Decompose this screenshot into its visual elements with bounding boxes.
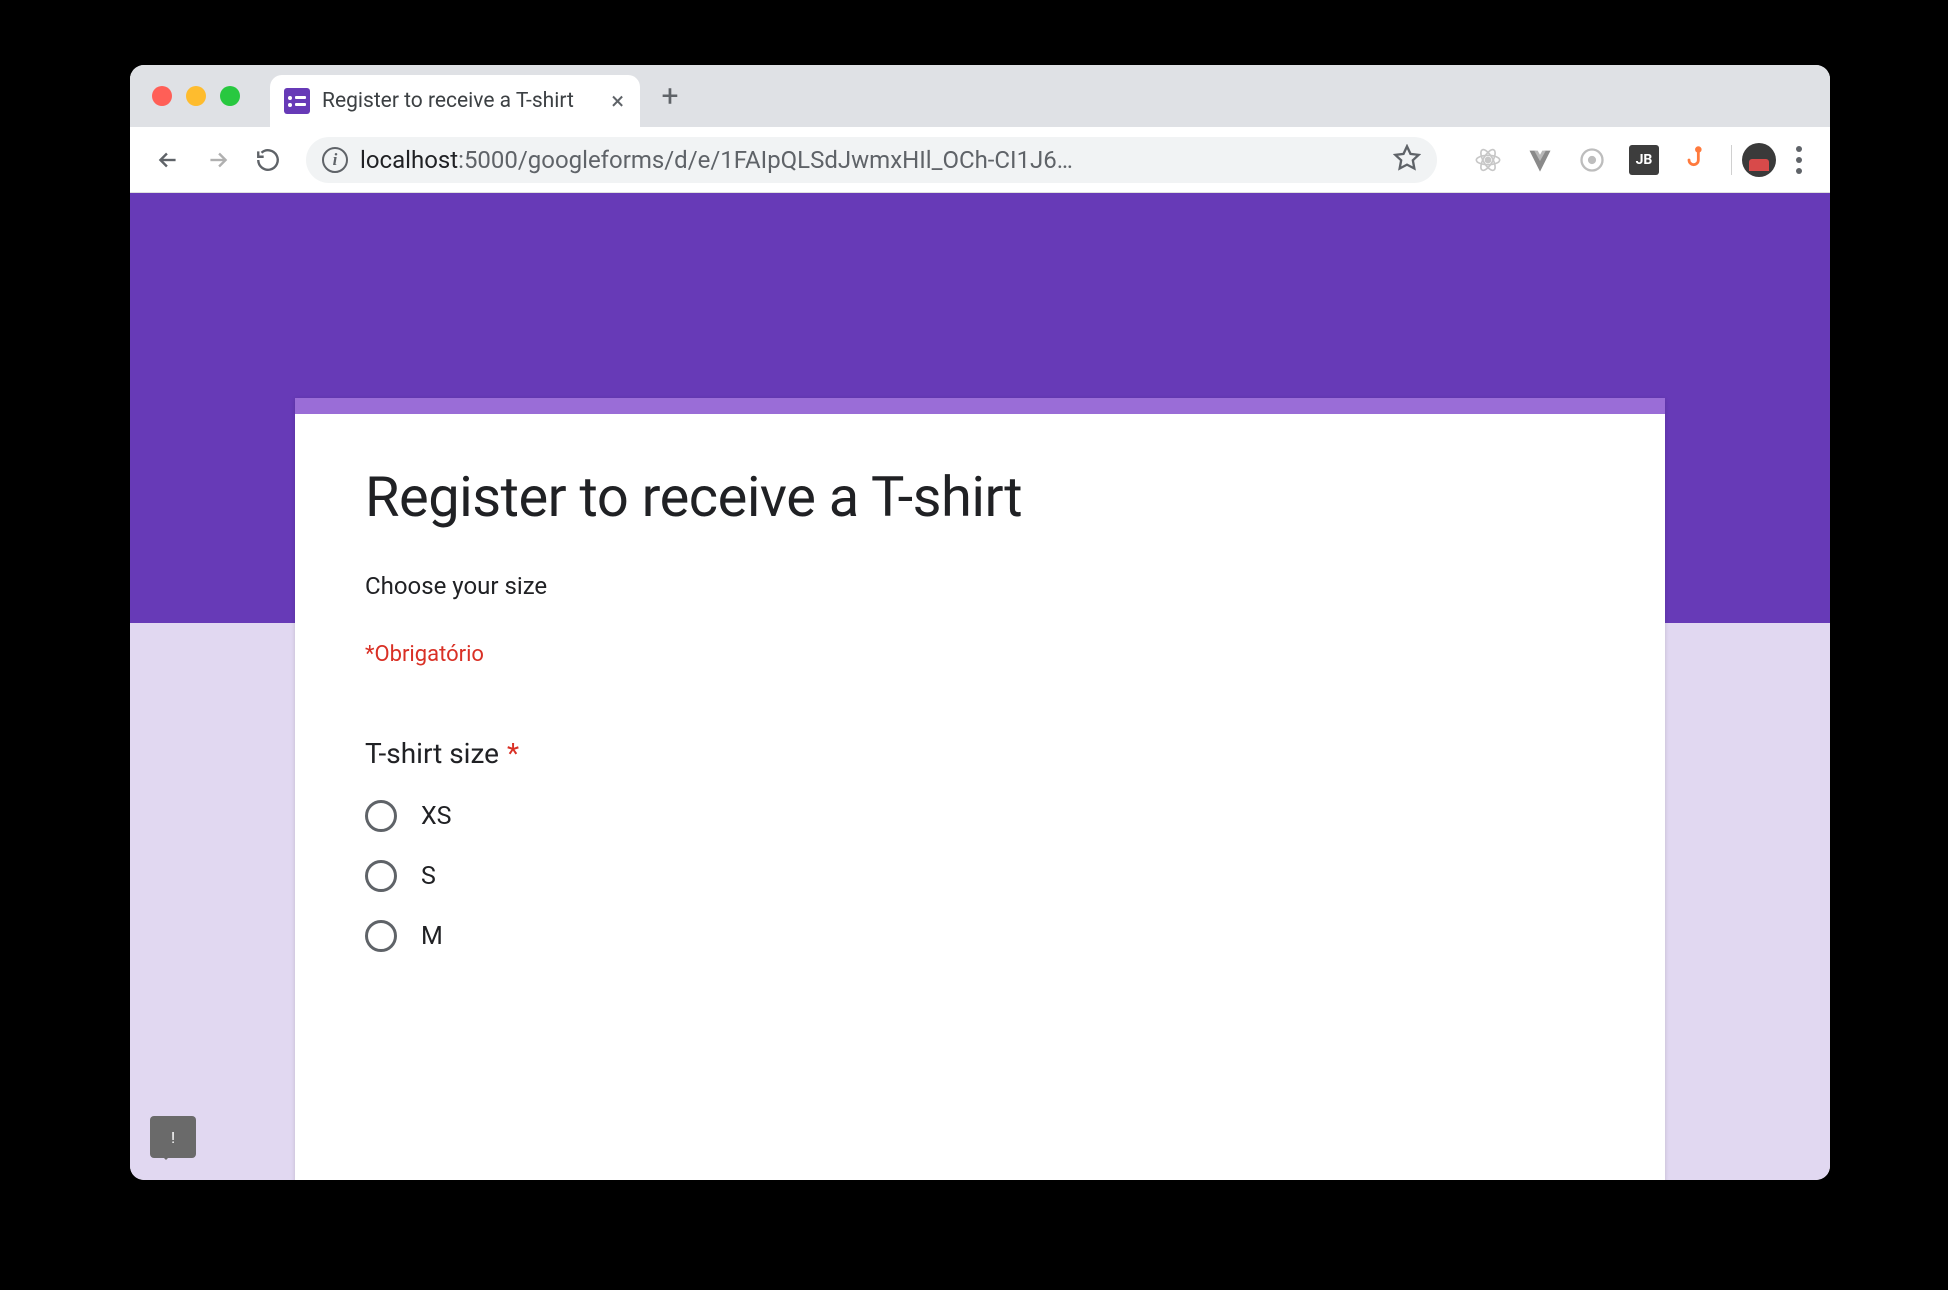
feedback-button[interactable]: !: [150, 1116, 196, 1158]
target-extension-icon[interactable]: [1577, 145, 1607, 175]
option-label: XS: [421, 802, 452, 831]
tab-close-button[interactable]: ×: [611, 89, 624, 113]
star-icon: [1393, 144, 1421, 172]
browser-menu-button[interactable]: [1786, 146, 1812, 174]
url-host: localhost: [360, 146, 458, 174]
react-devtools-icon[interactable]: [1473, 145, 1503, 175]
form-description: Choose your size: [365, 572, 1595, 600]
radio-option-s[interactable]: S: [365, 860, 1595, 892]
question-tshirt-size: T-shirt size * XS S: [365, 737, 1595, 952]
radio-option-m[interactable]: M: [365, 920, 1595, 952]
option-label: S: [421, 862, 436, 891]
required-asterisk: *: [507, 737, 519, 770]
profile-avatar[interactable]: [1742, 143, 1776, 177]
arrow-left-icon: [155, 147, 181, 173]
dots-icon: [1796, 146, 1802, 152]
url-text: localhost:5000/googleforms/d/e/1FAIpQLSd…: [360, 146, 1073, 174]
jb-label: JB: [1636, 152, 1653, 168]
radio-icon: [365, 920, 397, 952]
radio-option-xs[interactable]: XS: [365, 800, 1595, 832]
toolbar-separator: [1731, 145, 1732, 175]
url-path: :5000/googleforms/d/e/1FAIpQLSdJwmxHIl_O…: [458, 146, 1073, 174]
radio-icon: [365, 800, 397, 832]
form-title: Register to receive a T-shirt: [365, 464, 1595, 530]
site-info-icon[interactable]: i: [322, 147, 348, 173]
browser-toolbar: i localhost:5000/googleforms/d/e/1FAIpQL…: [130, 127, 1830, 193]
required-note: *Obrigatório: [365, 642, 1595, 667]
tab-title: Register to receive a T-shirt: [322, 89, 574, 113]
back-button[interactable]: [148, 140, 188, 180]
ninja-avatar-icon: [1749, 159, 1769, 171]
jetbrains-extension-icon[interactable]: JB: [1629, 145, 1659, 175]
radio-icon: [365, 860, 397, 892]
browser-tab[interactable]: Register to receive a T-shirt ×: [270, 75, 640, 127]
window-minimize-button[interactable]: [186, 86, 206, 106]
question-title-text: T-shirt size: [365, 737, 499, 770]
form-card: Register to receive a T-shirt Choose you…: [295, 398, 1665, 1180]
reload-icon: [255, 147, 281, 173]
radio-group: XS S M: [365, 800, 1595, 952]
reload-button[interactable]: [248, 140, 288, 180]
forward-button[interactable]: [198, 140, 238, 180]
vue-devtools-icon[interactable]: [1525, 145, 1555, 175]
exclamation-icon: !: [171, 1128, 175, 1147]
address-bar[interactable]: i localhost:5000/googleforms/d/e/1FAIpQL…: [306, 137, 1437, 183]
forms-favicon-icon: [284, 88, 310, 114]
tab-strip: Register to receive a T-shirt × +: [130, 65, 1830, 127]
question-title: T-shirt size *: [365, 737, 1595, 770]
option-label: M: [421, 922, 443, 951]
arrow-right-icon: [205, 147, 231, 173]
bookmark-button[interactable]: [1393, 144, 1421, 176]
page-viewport: Register to receive a T-shirt Choose you…: [130, 193, 1830, 1180]
extension-icons: JB: [1473, 145, 1711, 175]
new-tab-button[interactable]: +: [648, 74, 692, 118]
window-zoom-button[interactable]: [220, 86, 240, 106]
window-controls: [152, 86, 240, 106]
window-close-button[interactable]: [152, 86, 172, 106]
hook-extension-icon[interactable]: [1681, 145, 1711, 175]
browser-window: Register to receive a T-shirt × + i loca…: [130, 65, 1830, 1180]
